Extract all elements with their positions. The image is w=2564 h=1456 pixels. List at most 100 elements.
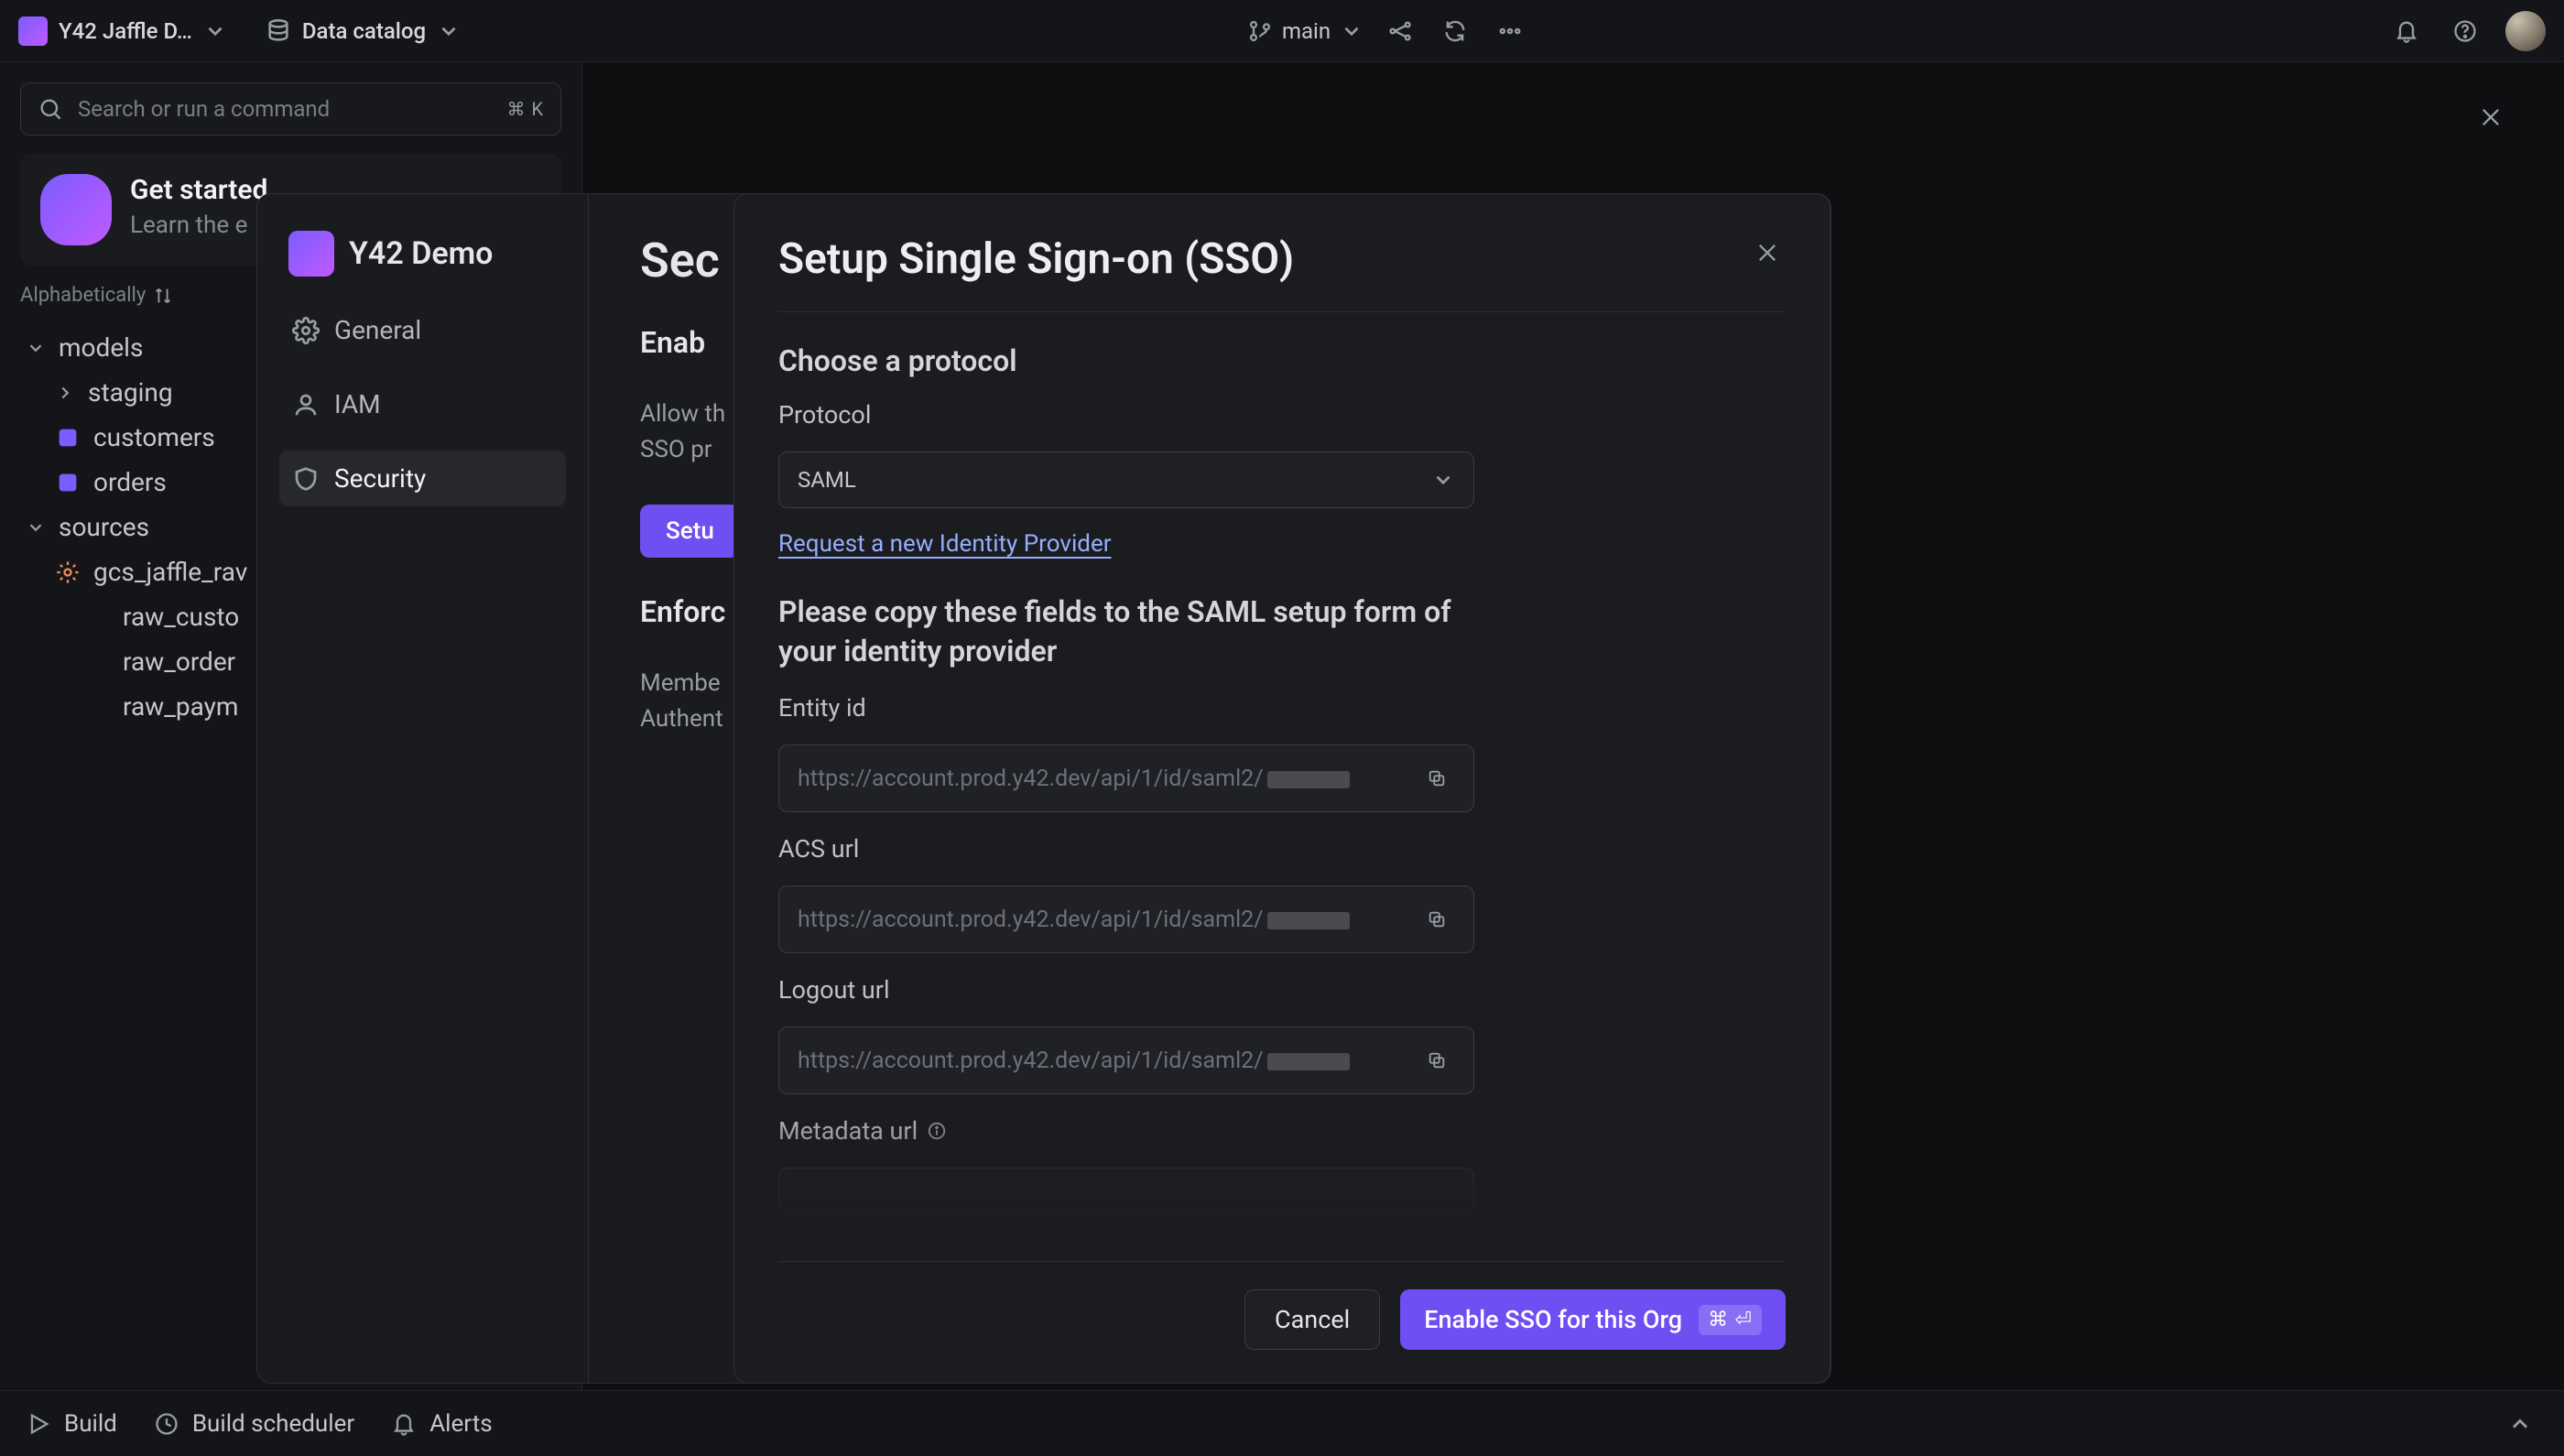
- get-started-text: Get started Learn the e: [130, 174, 267, 245]
- shield-icon: [292, 465, 320, 493]
- entity-id-value-prefix: https://account.prod.y42.dev/api/1/id/sa…: [798, 766, 1264, 792]
- expand-bottombar-button[interactable]: [2502, 1406, 2538, 1442]
- git-branch-icon: [1247, 18, 1273, 44]
- protocol-label: Protocol: [778, 400, 1786, 429]
- source-icon: [55, 560, 81, 585]
- sso-setup-modal: Setup Single Sign-on (SSO) Choose a prot…: [733, 193, 1831, 1384]
- chevron-down-icon: [26, 338, 46, 358]
- get-started-logo: [40, 174, 112, 245]
- main-area: Y42 Demo General IAM Security Sec Enab: [582, 62, 2564, 1390]
- cancel-button[interactable]: Cancel: [1244, 1289, 1380, 1350]
- logout-url-label: Logout url: [778, 975, 1786, 1005]
- workspace-logo: [18, 16, 48, 46]
- get-started-subtitle: Learn the e: [130, 212, 267, 239]
- table-icon: [84, 649, 110, 675]
- copy-entity-id-button[interactable]: [1418, 760, 1455, 797]
- notifications-button[interactable]: [2388, 13, 2425, 49]
- tree-label: sources: [59, 512, 149, 542]
- settings-nav: Y42 Demo General IAM Security: [257, 194, 589, 1383]
- bell-icon: [2394, 18, 2419, 44]
- sso-modal-title: Setup Single Sign-on (SSO): [778, 234, 1294, 284]
- protocol-select[interactable]: SAML: [778, 451, 1474, 508]
- enable-sso-submit-button[interactable]: Enable SSO for this Org ⌘ ⏎: [1400, 1289, 1786, 1350]
- alerts-label: Alerts: [429, 1410, 492, 1438]
- bell-icon: [391, 1411, 417, 1437]
- more-menu-button[interactable]: [1492, 13, 1528, 49]
- acs-url-value-prefix: https://account.prod.y42.dev/api/1/id/sa…: [798, 907, 1264, 933]
- redacted-segment: [1267, 771, 1350, 788]
- chevron-down-icon: [26, 517, 46, 538]
- setup-sso-button[interactable]: Setu: [640, 505, 740, 558]
- build-button[interactable]: Build: [26, 1410, 117, 1438]
- table-icon: [84, 604, 110, 630]
- gear-icon: [292, 317, 320, 344]
- close-icon: [1755, 240, 1780, 266]
- chevron-up-icon: [2507, 1411, 2533, 1437]
- request-new-idp-link[interactable]: Request a new Identity Provider: [778, 530, 1786, 558]
- submit-kbd-hint: ⌘ ⏎: [1699, 1305, 1762, 1335]
- logout-url-field: https://account.prod.y42.dev/api/1/id/sa…: [778, 1027, 1474, 1094]
- branch-switcher[interactable]: main: [1247, 18, 1363, 44]
- settings-close-button[interactable]: [2472, 99, 2509, 136]
- settings-org-name: Y42 Demo: [349, 235, 493, 272]
- user-avatar[interactable]: [2505, 11, 2546, 51]
- catalog-label: Data catalog: [302, 18, 426, 44]
- table-icon: [84, 694, 110, 720]
- clock-icon: [154, 1411, 179, 1437]
- acs-url-label: ACS url: [778, 834, 1786, 864]
- search-kbd-hint: ⌘ K: [506, 98, 544, 120]
- metadata-url-field[interactable]: [778, 1168, 1474, 1213]
- build-scheduler-label: Build scheduler: [192, 1410, 354, 1438]
- entity-id-label: Entity id: [778, 693, 1786, 723]
- sso-modal-footer: Cancel Enable SSO for this Org ⌘ ⏎: [778, 1261, 1786, 1383]
- build-scheduler-button[interactable]: Build scheduler: [154, 1410, 354, 1438]
- chevron-down-icon: [1431, 468, 1455, 492]
- refresh-icon: [1442, 18, 1468, 44]
- nav-label: Security: [334, 463, 426, 494]
- chevron-right-icon: [55, 383, 75, 403]
- choose-protocol-heading: Choose a protocol: [778, 343, 1786, 378]
- command-search[interactable]: Search or run a command ⌘ K: [20, 82, 561, 136]
- settings-nav-iam[interactable]: IAM: [279, 376, 566, 432]
- bottombar: Build Build scheduler Alerts: [0, 1390, 2564, 1456]
- sso-modal-close-button[interactable]: [1749, 234, 1786, 271]
- catalog-switcher[interactable]: Data catalog: [266, 18, 461, 44]
- settings-org-row[interactable]: Y42 Demo: [279, 223, 566, 284]
- copy-acs-url-button[interactable]: [1418, 901, 1455, 938]
- nav-label: IAM: [334, 389, 381, 419]
- tree-label: staging: [88, 377, 173, 407]
- copy-logout-url-button[interactable]: [1418, 1042, 1455, 1079]
- redacted-segment: [1267, 912, 1350, 929]
- topbar: Y42 Jaffle D… Data catalog main: [0, 0, 2564, 62]
- alerts-button[interactable]: Alerts: [391, 1410, 492, 1438]
- user-icon: [292, 391, 320, 418]
- graph-icon: [1387, 18, 1413, 44]
- workspace-switcher[interactable]: Y42 Jaffle D…: [18, 16, 227, 46]
- copy-instruction-heading: Please copy these fields to the SAML set…: [778, 592, 1456, 671]
- chevron-down-icon: [437, 19, 461, 43]
- model-icon: [55, 470, 81, 495]
- tree-label: orders: [93, 467, 167, 497]
- settings-nav-general[interactable]: General: [279, 302, 566, 358]
- help-button[interactable]: [2447, 13, 2483, 49]
- copy-icon: [1427, 909, 1447, 929]
- metadata-url-label: Metadata url: [778, 1116, 918, 1146]
- entity-id-field: https://account.prod.y42.dev/api/1/id/sa…: [778, 744, 1474, 812]
- search-icon: [38, 96, 63, 122]
- close-icon: [2478, 104, 2504, 130]
- nav-label: General: [334, 315, 421, 345]
- get-started-title: Get started: [130, 174, 267, 206]
- build-label: Build: [64, 1410, 117, 1438]
- protocol-selected-value: SAML: [798, 467, 856, 493]
- copy-icon: [1427, 1050, 1447, 1070]
- branch-status-group: main: [1247, 13, 1528, 49]
- search-placeholder: Search or run a command: [78, 96, 492, 122]
- sync-button[interactable]: [1437, 13, 1473, 49]
- info-circle-icon[interactable]: [927, 1121, 947, 1141]
- redacted-segment: [1267, 1053, 1350, 1070]
- settings-nav-security[interactable]: Security: [279, 451, 566, 506]
- logout-url-value-prefix: https://account.prod.y42.dev/api/1/id/sa…: [798, 1048, 1264, 1074]
- tree-label: models: [59, 332, 143, 363]
- tree-label: customers: [93, 422, 215, 452]
- graph-view-button[interactable]: [1382, 13, 1418, 49]
